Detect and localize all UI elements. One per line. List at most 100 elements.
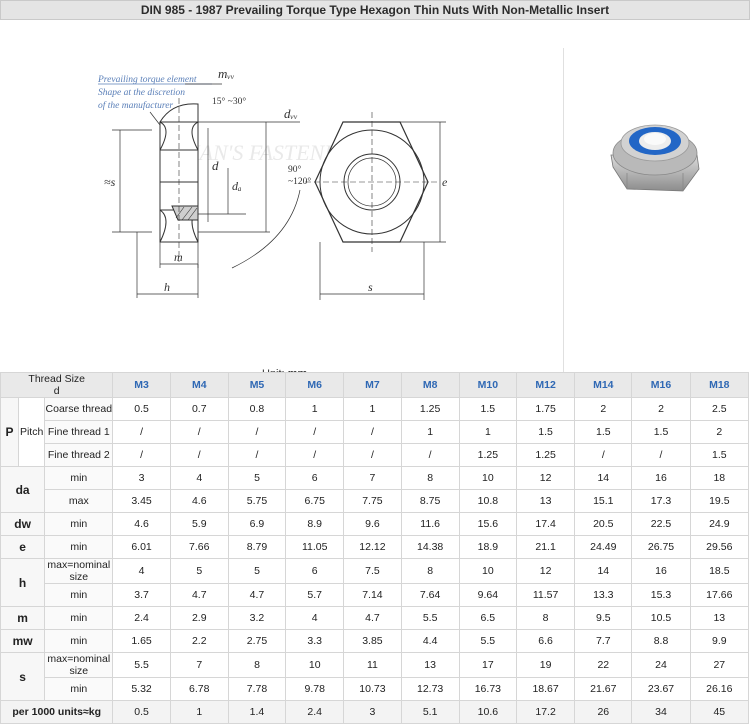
header-size-m4: M4 (169, 372, 229, 398)
table-row-m: m min 2.4 2.9 3.2 4 4.7 5.5 6.5 8 9.5 10.5 13 (0, 606, 750, 630)
h-cell: 3.7 (112, 583, 171, 607)
mw-cell: 9.9 (689, 629, 750, 653)
header-size-m12: M12 (515, 372, 576, 398)
pitch-cell: 1.5 (515, 420, 576, 444)
pitch-cell: 1.5 (689, 443, 750, 467)
h-cell: 4.7 (169, 583, 229, 607)
angle-bearing-line1: 90° (288, 164, 302, 175)
row-label-e: e (0, 535, 46, 559)
e-cell: 6.01 (112, 535, 171, 559)
da-cell: 12 (515, 466, 576, 490)
row-sublabel: Fine thread 1 (44, 420, 114, 444)
dw-cell: 9.6 (343, 512, 402, 536)
header-size-m6: M6 (285, 372, 345, 398)
e-cell: 11.05 (285, 535, 345, 559)
pitch-cell: / (227, 443, 287, 467)
header-size-m16: M16 (631, 372, 691, 398)
m-cell: 8 (515, 606, 576, 630)
row-sublabel: min (44, 629, 114, 653)
h-cell: 10 (458, 558, 517, 584)
pitch-cell: 1.25 (400, 397, 460, 421)
row-label-p: P (0, 397, 20, 467)
header-size-m7: M7 (343, 372, 402, 398)
dw-cell: 5.9 (169, 512, 229, 536)
pitch-cell: 1.5 (631, 420, 691, 444)
s-cell: 5.5 (112, 652, 171, 678)
s-cell: 7.78 (227, 677, 287, 701)
header-size-m3: M3 (112, 372, 171, 398)
pitch-cell: / (574, 443, 633, 467)
dw-cell: 22.5 (631, 512, 691, 536)
h-cell: 12 (515, 558, 576, 584)
s-cell: 19 (515, 652, 576, 678)
da-cell: 8 (400, 466, 460, 490)
pitch-cell: 2 (631, 397, 691, 421)
dw-cell: 24.9 (689, 512, 750, 536)
figure-divider (563, 48, 564, 388)
pitch-cell: 1.25 (458, 443, 517, 467)
label-mw: mᵥᵥ (218, 66, 235, 81)
da-cell: 5.75 (227, 489, 287, 513)
da-cell: 8.75 (400, 489, 460, 513)
s-cell: 9.78 (285, 677, 345, 701)
s-cell: 7 (169, 652, 229, 678)
nut-front-view (305, 112, 440, 252)
pitch-cell: 1 (400, 420, 460, 444)
technical-drawing: TIAN'S FASTENER.com Prevailing torque el… (0, 20, 750, 388)
s-cell: 17 (458, 652, 517, 678)
row-sublabel: max=nominal size (44, 558, 114, 584)
row-sublabel: Coarse thread (44, 397, 114, 421)
mw-cell: 3.85 (343, 629, 402, 653)
s-cell: 24 (631, 652, 691, 678)
mw-cell: 5.5 (458, 629, 517, 653)
row-sublabel: min (44, 606, 114, 630)
page-title: DIN 985 - 1987 Prevailing Torque Type He… (0, 0, 750, 20)
da-cell: 16 (631, 466, 691, 490)
row-sublabel: max (44, 489, 114, 513)
m-cell: 9.5 (574, 606, 633, 630)
mw-cell: 7.7 (574, 629, 633, 653)
h-cell: 15.3 (631, 583, 691, 607)
h-cell: 4.7 (227, 583, 287, 607)
spec-table-body: Thread Size d M3 M4 M5 M6 M7 M8 M10 M12 M14 M16 M1… (0, 372, 750, 724)
weight-cell: 1 (169, 700, 229, 724)
h-cell: 6 (285, 558, 345, 584)
label-dw: dᵥᵥ (284, 106, 298, 121)
m-cell: 13 (689, 606, 750, 630)
s-cell: 13 (400, 652, 460, 678)
weight-cell: 2.4 (285, 700, 345, 724)
s-cell: 22 (574, 652, 633, 678)
s-cell: 21.67 (574, 677, 633, 701)
mw-cell: 4.4 (400, 629, 460, 653)
m-cell: 2.4 (112, 606, 171, 630)
pitch-cell: / (112, 443, 171, 467)
e-cell: 18.9 (458, 535, 517, 559)
m-cell: 5.5 (400, 606, 460, 630)
row-label-h: h (0, 558, 46, 607)
row-sublabel: max=nominal size (44, 652, 114, 678)
row-sublabel: min (44, 677, 114, 701)
pitch-cell: 1.5 (458, 397, 517, 421)
header-size-m10: M10 (458, 372, 517, 398)
weight-cell: 10.6 (458, 700, 517, 724)
h-cell: 16 (631, 558, 691, 584)
mw-cell: 8.8 (631, 629, 691, 653)
h-cell: 4 (112, 558, 171, 584)
header-line-2: d (53, 385, 60, 397)
pitch-cell: / (112, 420, 171, 444)
m-cell: 4 (285, 606, 345, 630)
h-cell: 5 (169, 558, 229, 584)
h-cell: 9.64 (458, 583, 517, 607)
da-cell: 10.8 (458, 489, 517, 513)
row-label-mw: mw (0, 629, 46, 653)
mw-cell: 2.75 (227, 629, 287, 653)
h-cell: 11.57 (515, 583, 576, 607)
da-cell: 19.5 (689, 489, 750, 513)
s-cell: 10 (285, 652, 345, 678)
row-label-weight: per 1000 units≈kg (0, 700, 114, 724)
e-cell: 24.49 (574, 535, 633, 559)
row-sublabel: Fine thread 2 (44, 443, 114, 467)
row-label-da: da (0, 466, 46, 513)
note-line-3: of the manufacturer (98, 100, 173, 111)
label-s-left: ≈s (104, 175, 116, 189)
